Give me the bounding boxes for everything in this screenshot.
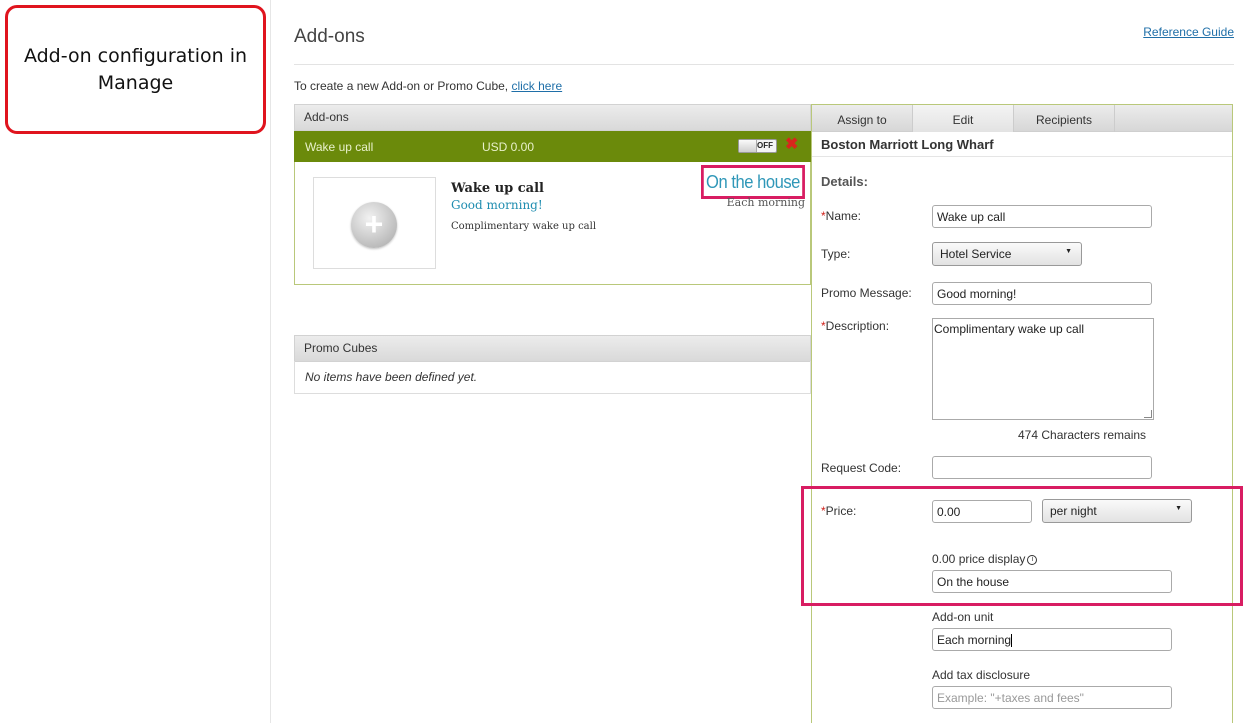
name-input[interactable]: Wake up call: [932, 205, 1152, 228]
description-textarea[interactable]: Complimentary wake up call: [932, 318, 1154, 420]
info-icon[interactable]: i: [1027, 554, 1038, 565]
add-image-icon[interactable]: +: [351, 202, 397, 248]
create-text: To create a new Add-on or Promo Cube,: [294, 79, 512, 93]
left-sidebar: Add-on configuration in Manage: [0, 0, 271, 723]
addon-preview-card: + Wake up call Good morning! Complimenta…: [294, 162, 811, 285]
characters-remaining: 474 Characters remains: [1018, 428, 1147, 442]
annotation-text: Add-on configuration in Manage: [23, 44, 248, 94]
promo-message-label: Promo Message:: [821, 286, 912, 300]
editor-tabs: Assign to Edit Recipients: [812, 105, 1232, 132]
price-input[interactable]: 0.00: [932, 500, 1032, 523]
toggle-knob: [739, 140, 757, 152]
addons-panel-title: Add-ons: [304, 110, 349, 124]
resize-grip-icon[interactable]: [1144, 410, 1152, 418]
type-select-value: Hotel Service: [940, 247, 1012, 261]
addon-status-toggle[interactable]: OFF: [738, 139, 777, 153]
page-title: Add-ons: [294, 26, 365, 47]
zero-price-display-label: 0.00 price display i: [932, 552, 1038, 566]
name-label: *Name:: [821, 209, 861, 223]
hotel-divider: [812, 156, 1232, 157]
promo-cubes-title: Promo Cubes: [304, 341, 378, 355]
addons-panel-header: Add-ons: [294, 104, 811, 131]
reference-guide-link[interactable]: Reference Guide: [1143, 25, 1234, 39]
addon-row-name: Wake up call: [305, 140, 374, 154]
toggle-label: OFF: [757, 141, 773, 150]
request-code-input[interactable]: [932, 456, 1152, 479]
preview-price-display: On the house: [701, 165, 805, 199]
dropdown-arrow-icon: ▼: [1065, 248, 1072, 255]
addon-unit-input[interactable]: Each morning: [932, 628, 1172, 651]
zero-price-label-text: 0.00 price display: [932, 552, 1026, 566]
price-label-text: Price:: [825, 504, 857, 518]
text-caret: [1011, 634, 1013, 648]
tab-recipients[interactable]: Recipients: [1014, 105, 1115, 132]
type-label: Type:: [821, 247, 851, 261]
description-value: Complimentary wake up call: [934, 322, 1085, 336]
click-here-link[interactable]: click here: [511, 79, 562, 93]
description-label-text: Description:: [825, 319, 890, 333]
main-content: Add-ons Reference Guide To create a new …: [294, 0, 1234, 723]
tab-assign-to[interactable]: Assign to: [812, 105, 913, 132]
promo-cubes-header: Promo Cubes: [294, 335, 811, 362]
price-label: *Price:: [821, 504, 856, 518]
price-unit-select[interactable]: per night ▼: [1042, 499, 1192, 523]
image-upload-box[interactable]: +: [313, 177, 436, 269]
preview-unit: Each morning: [726, 196, 805, 209]
tax-disclosure-input[interactable]: Example: "+taxes and fees": [932, 686, 1172, 709]
delete-icon[interactable]: ✖: [785, 136, 798, 154]
addon-editor-panel: Assign to Edit Recipients Boston Marriot…: [811, 104, 1233, 723]
description-label: *Description:: [821, 319, 889, 333]
hotel-name: Boston Marriott Long Wharf: [821, 137, 994, 152]
addon-row-price: USD 0.00: [482, 140, 535, 154]
tab-edit[interactable]: Edit: [913, 105, 1014, 132]
request-code-label: Request Code:: [821, 461, 902, 475]
addon-unit-label: Add-on unit: [932, 610, 994, 624]
name-label-text: Name:: [825, 209, 862, 223]
price-unit-value: per night: [1050, 504, 1097, 518]
annotation-callout: Add-on configuration in Manage: [5, 5, 266, 134]
preview-promo-message: Good morning!: [451, 198, 543, 212]
promo-message-input[interactable]: Good morning!: [932, 282, 1152, 305]
addon-row[interactable]: Wake up call USD 0.00 OFF ✖: [294, 131, 811, 162]
type-select[interactable]: Hotel Service ▼: [932, 242, 1082, 266]
promo-cubes-empty: No items have been defined yet.: [294, 361, 811, 394]
tax-disclosure-label: Add tax disclosure: [932, 668, 1031, 682]
addon-unit-value: Each morning: [937, 633, 1012, 647]
dropdown-arrow-icon: ▼: [1175, 505, 1182, 512]
zero-price-display-input[interactable]: On the house: [932, 570, 1172, 593]
preview-description: Complimentary wake up call: [451, 221, 597, 232]
preview-price-text: On the house: [706, 172, 800, 192]
preview-title: Wake up call: [451, 181, 544, 196]
create-instructions: To create a new Add-on or Promo Cube, cl…: [294, 79, 562, 93]
details-heading: Details:: [821, 174, 868, 189]
title-divider: [294, 64, 1234, 65]
